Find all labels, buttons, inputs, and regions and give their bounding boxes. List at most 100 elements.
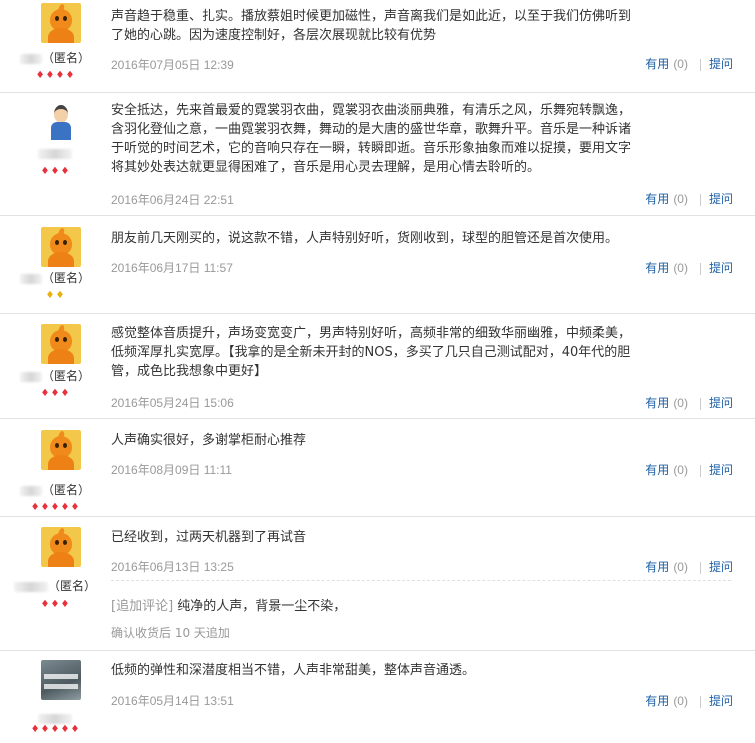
hidden-username (19, 273, 42, 284)
useful-button[interactable]: 有用 (645, 463, 669, 477)
useful-button[interactable]: 有用 (645, 192, 669, 206)
gold-gem-icon: ♦ (55, 290, 65, 301)
red-gem-icon: ♦ (40, 502, 50, 513)
review-date: 2016年05月24日 15:06 (111, 396, 234, 410)
review-date: 2016年06月24日 22:51 (111, 193, 234, 207)
useful-button[interactable]: 有用 (645, 694, 669, 708)
red-gem-icon: ♦ (60, 388, 70, 399)
hidden-username (19, 485, 42, 496)
review-text: 人声确实很好，多谢掌柜耐心推荐 (111, 433, 307, 448)
review-date: 2016年07月05日 12:39 (111, 58, 234, 72)
hidden-username (19, 53, 42, 64)
append-note: 确认收货后 10 天追加 (111, 626, 230, 640)
reviewer-name (0, 146, 110, 160)
red-gem-icon: ♦ (50, 724, 60, 735)
reviewer-name: （匿名） (0, 49, 110, 66)
review-actions: 有用 (0) 提问 (645, 461, 733, 478)
avatar[interactable] (41, 660, 81, 700)
useful-button[interactable]: 有用 (645, 57, 669, 71)
review-text: 已经收到，过两天机器到了再试音 (111, 530, 307, 545)
gold-gem-icon: ♦ (45, 290, 55, 301)
useful-count: (0) (673, 396, 688, 410)
avatar[interactable] (41, 3, 81, 43)
review-item: ♦♦♦ 安全抵达，先来首最爱的霓裳羽衣曲，霓裳羽衣曲淡丽典雅，有清乐之风，乐舞宛… (0, 93, 755, 215)
red-gem-icon: ♦ (45, 70, 55, 81)
append-tag: [追加评论] (111, 599, 174, 614)
review-date: 2016年05月14日 13:51 (111, 694, 234, 708)
red-gem-icon: ♦ (50, 166, 60, 177)
review-item: （匿名） ♦♦♦ 感觉整体音质提升，声场变宽变广，男声特别好听，高频非常的细致华… (0, 314, 755, 418)
useful-button[interactable]: 有用 (645, 560, 669, 574)
red-gem-icon: ♦ (40, 599, 50, 610)
ask-button[interactable]: 提问 (709, 261, 733, 275)
red-gem-icon: ♦ (30, 502, 40, 513)
reviewer-name: （匿名） (0, 577, 110, 594)
avatar[interactable] (41, 430, 81, 470)
useful-count: (0) (673, 261, 688, 275)
red-gem-icon: ♦ (55, 70, 65, 81)
reviewer-level-badges: ♦♦♦♦ (0, 70, 110, 82)
hidden-username (38, 713, 72, 724)
useful-count: (0) (673, 463, 688, 477)
review-date: 2016年08月09日 11:11 (111, 463, 232, 477)
red-gem-icon: ♦ (65, 70, 75, 81)
hidden-username (19, 371, 42, 382)
useful-count: (0) (673, 694, 688, 708)
hidden-username (13, 581, 48, 592)
review-date: 2016年06月17日 11:57 (111, 261, 233, 275)
red-gem-icon: ♦ (60, 599, 70, 610)
hidden-username (38, 148, 72, 159)
review-text: 感觉整体音质提升，声场变宽变广，男声特别好听，高频非常的细致华丽幽雅，中频柔美，… (111, 326, 632, 379)
ask-button[interactable]: 提问 (709, 463, 733, 477)
reviewer-level-badges: ♦♦♦♦♦ (0, 502, 110, 514)
ask-button[interactable]: 提问 (709, 694, 733, 708)
reviewer-level-badges: ♦♦♦ (0, 388, 110, 400)
reviewer-level-badges: ♦♦♦ (0, 599, 110, 611)
appended-review: [追加评论] 纯净的人声，背景一尘不染， (111, 595, 346, 614)
red-gem-icon: ♦ (40, 388, 50, 399)
review-text: 安全抵达，先来首最爱的霓裳羽衣曲，霓裳羽衣曲淡丽典雅，有清乐之风，乐舞宛转飘逸，… (111, 103, 632, 175)
ask-button[interactable]: 提问 (709, 192, 733, 206)
red-gem-icon: ♦ (40, 724, 50, 735)
review-text: 低频的弹性和深潜度相当不错，人声非常甜美，整体声音通透。 (111, 663, 476, 678)
review-item: ♦♦♦♦♦ 低频的弹性和深潜度相当不错，人声非常甜美，整体声音通透。 2016年… (0, 651, 755, 743)
red-gem-icon: ♦ (50, 599, 60, 610)
review-text: 声音趋于稳重、扎实。播放蔡姐时候更加磁性，声音离我们是如此近，以至于我们仿佛听到… (111, 9, 632, 43)
red-gem-icon: ♦ (60, 166, 70, 177)
red-gem-icon: ♦ (35, 70, 45, 81)
useful-count: (0) (673, 192, 688, 206)
append-divider (111, 580, 731, 581)
review-actions: 有用 (0) 提问 (645, 259, 733, 276)
review-text: 朋友前几天刚买的，说这款不错，人声特别好听，货刚收到，球型的胆管还是首次使用。 (111, 231, 619, 246)
review-actions: 有用 (0) 提问 (645, 692, 733, 709)
review-item: （匿名） ♦♦ 朋友前几天刚买的，说这款不错，人声特别好听，货刚收到，球型的胆管… (0, 216, 755, 313)
useful-count: (0) (673, 560, 688, 574)
review-item: （匿名） ♦♦♦♦♦ 人声确实很好，多谢掌柜耐心推荐 2016年08月09日 1… (0, 419, 755, 516)
review-actions: 有用 (0) 提问 (645, 558, 733, 575)
ask-button[interactable]: 提问 (709, 396, 733, 410)
review-actions: 有用 (0) 提问 (645, 55, 733, 72)
reviewer-name: （匿名） (0, 367, 110, 384)
red-gem-icon: ♦ (40, 166, 50, 177)
useful-button[interactable]: 有用 (645, 261, 669, 275)
avatar[interactable] (41, 324, 81, 364)
ask-button[interactable]: 提问 (709, 560, 733, 574)
ask-button[interactable]: 提问 (709, 57, 733, 71)
reviewer-name: （匿名） (0, 269, 110, 286)
review-actions: 有用 (0) 提问 (645, 190, 733, 207)
red-gem-icon: ♦ (60, 724, 70, 735)
avatar[interactable] (41, 527, 81, 567)
red-gem-icon: ♦ (70, 724, 80, 735)
red-gem-icon: ♦ (60, 502, 70, 513)
avatar[interactable] (41, 227, 81, 267)
reviewer-level-badges: ♦♦♦♦♦ (0, 724, 110, 736)
red-gem-icon: ♦ (50, 502, 60, 513)
review-item: （匿名） ♦♦♦ 已经收到，过两天机器到了再试音 2016年06月13日 13:… (0, 517, 755, 650)
avatar[interactable] (41, 100, 81, 140)
review-date: 2016年06月13日 13:25 (111, 560, 234, 574)
red-gem-icon: ♦ (50, 388, 60, 399)
append-text: 纯净的人声，背景一尘不染， (173, 599, 347, 614)
useful-button[interactable]: 有用 (645, 396, 669, 410)
reviewer-name (0, 711, 110, 725)
red-gem-icon: ♦ (70, 502, 80, 513)
